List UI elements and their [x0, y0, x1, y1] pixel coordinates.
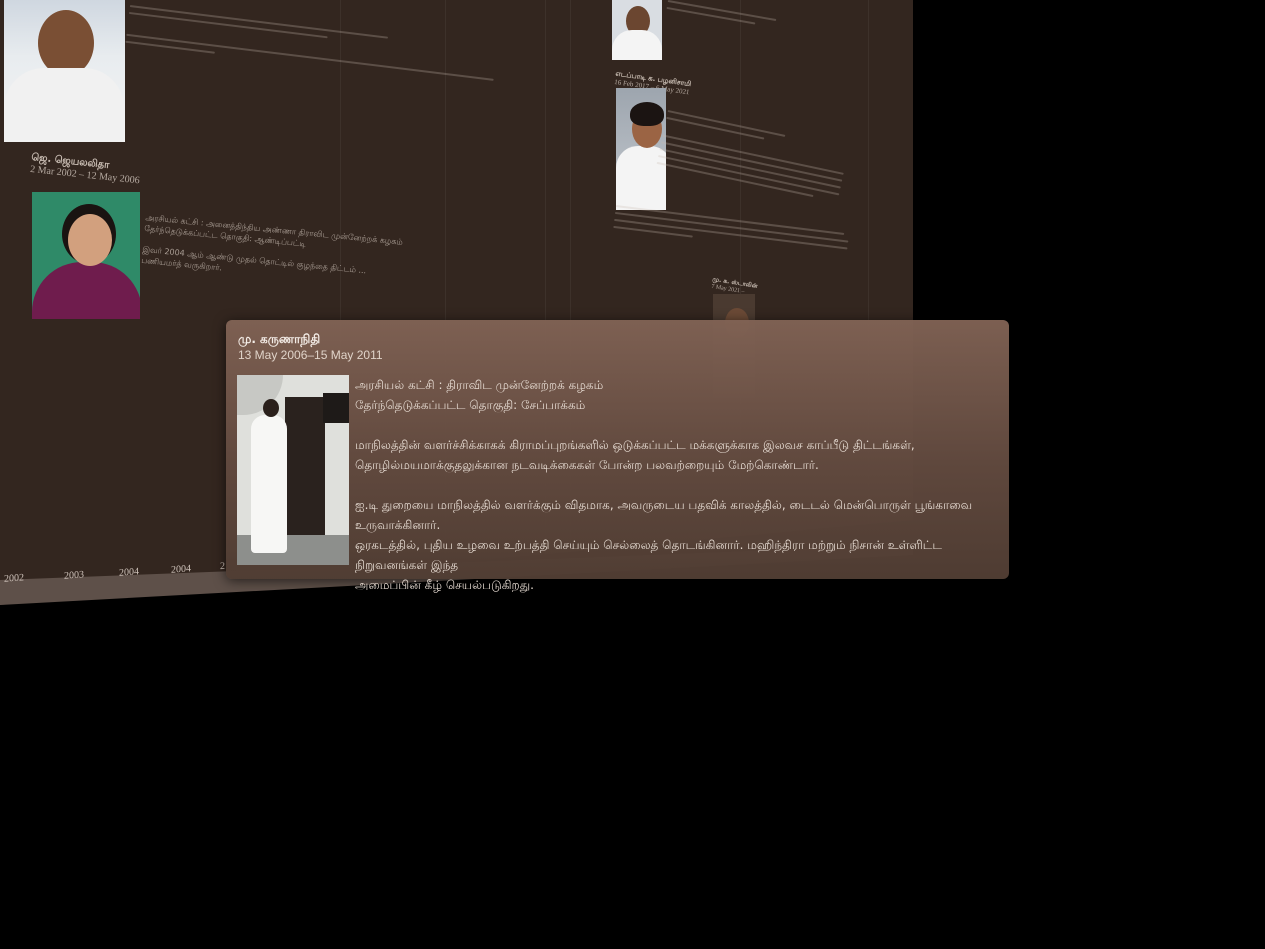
- popup-term-dates: 13 May 2006–15 May 2011: [238, 348, 383, 362]
- popup-description: அரசியல் கட்சி : திராவிட முன்னேற்றக் கழகம…: [355, 375, 1000, 595]
- photo-door: [285, 397, 325, 537]
- leader-summary-text: [125, 5, 507, 94]
- jayalalithaa-photo[interactable]: [32, 192, 140, 319]
- axis-year-label: 2004: [171, 563, 191, 576]
- achievements-line: மாநிலத்தின் வளர்ச்சிக்காகக் கிராமப்புறங்…: [355, 438, 915, 452]
- portrait-face: [68, 214, 112, 266]
- axis-year-label: 2: [220, 560, 225, 573]
- portrait-hair: [630, 102, 664, 126]
- portrait-robe: [32, 262, 140, 319]
- jayalalithaa-summary: அரசியல் கட்சி : அனைத்திந்திய அண்ணா திராவ…: [141, 212, 544, 304]
- axis-year-label: 2004: [119, 566, 139, 579]
- leader-summary-text: [666, 0, 787, 35]
- it-sector-line: அமைப்பின் கீழ் செயல்படுகிறது.: [355, 578, 534, 592]
- leader-photo[interactable]: [4, 0, 125, 142]
- palaniswami-summary-cont: [613, 205, 855, 262]
- axis-year-label: 2002: [4, 572, 24, 585]
- timeline-card-jayalalithaa[interactable]: ஜெ. ஜெயலலிதா 2 Mar 2002 – 12 May 2006: [30, 152, 142, 186]
- party-line: அரசியல் கட்சி : திராவிட முன்னேற்றக் கழகம…: [355, 378, 604, 392]
- photo-figure-head: [263, 399, 279, 417]
- portrait-shirt: [4, 68, 124, 142]
- it-sector-line: ஒரகடத்தில், புதிய உழவை உற்பத்தி செய்யும்…: [355, 538, 942, 572]
- photo-nameboard: [323, 393, 349, 423]
- achievements-line: தொழில்மயமாக்குதலுக்கான நடவடிக்கைகள் போன்…: [355, 458, 819, 472]
- portrait-shirt: [612, 30, 662, 60]
- it-sector-line: ஐ.டி துறையை மாநிலத்தில் வளர்க்கும் விதமா…: [355, 498, 973, 532]
- leader-detail-popup[interactable]: மு. கருணாநிதி 13 May 2006–15 May 2011 அர…: [226, 320, 1009, 592]
- constituency-line: தேர்ந்தெடுக்கப்பட்ட தொகுதி: சேப்பாக்கம்: [355, 398, 586, 412]
- axis-year-label: 2003: [64, 569, 84, 582]
- portrait-face: [38, 10, 94, 76]
- palaniswami-summary: [656, 110, 854, 208]
- leader-photo-small[interactable]: [612, 0, 662, 60]
- popup-leader-photo: [237, 375, 349, 565]
- photo-figure: [251, 415, 287, 553]
- popup-leader-name: மு. கருணாநிதி: [238, 332, 321, 346]
